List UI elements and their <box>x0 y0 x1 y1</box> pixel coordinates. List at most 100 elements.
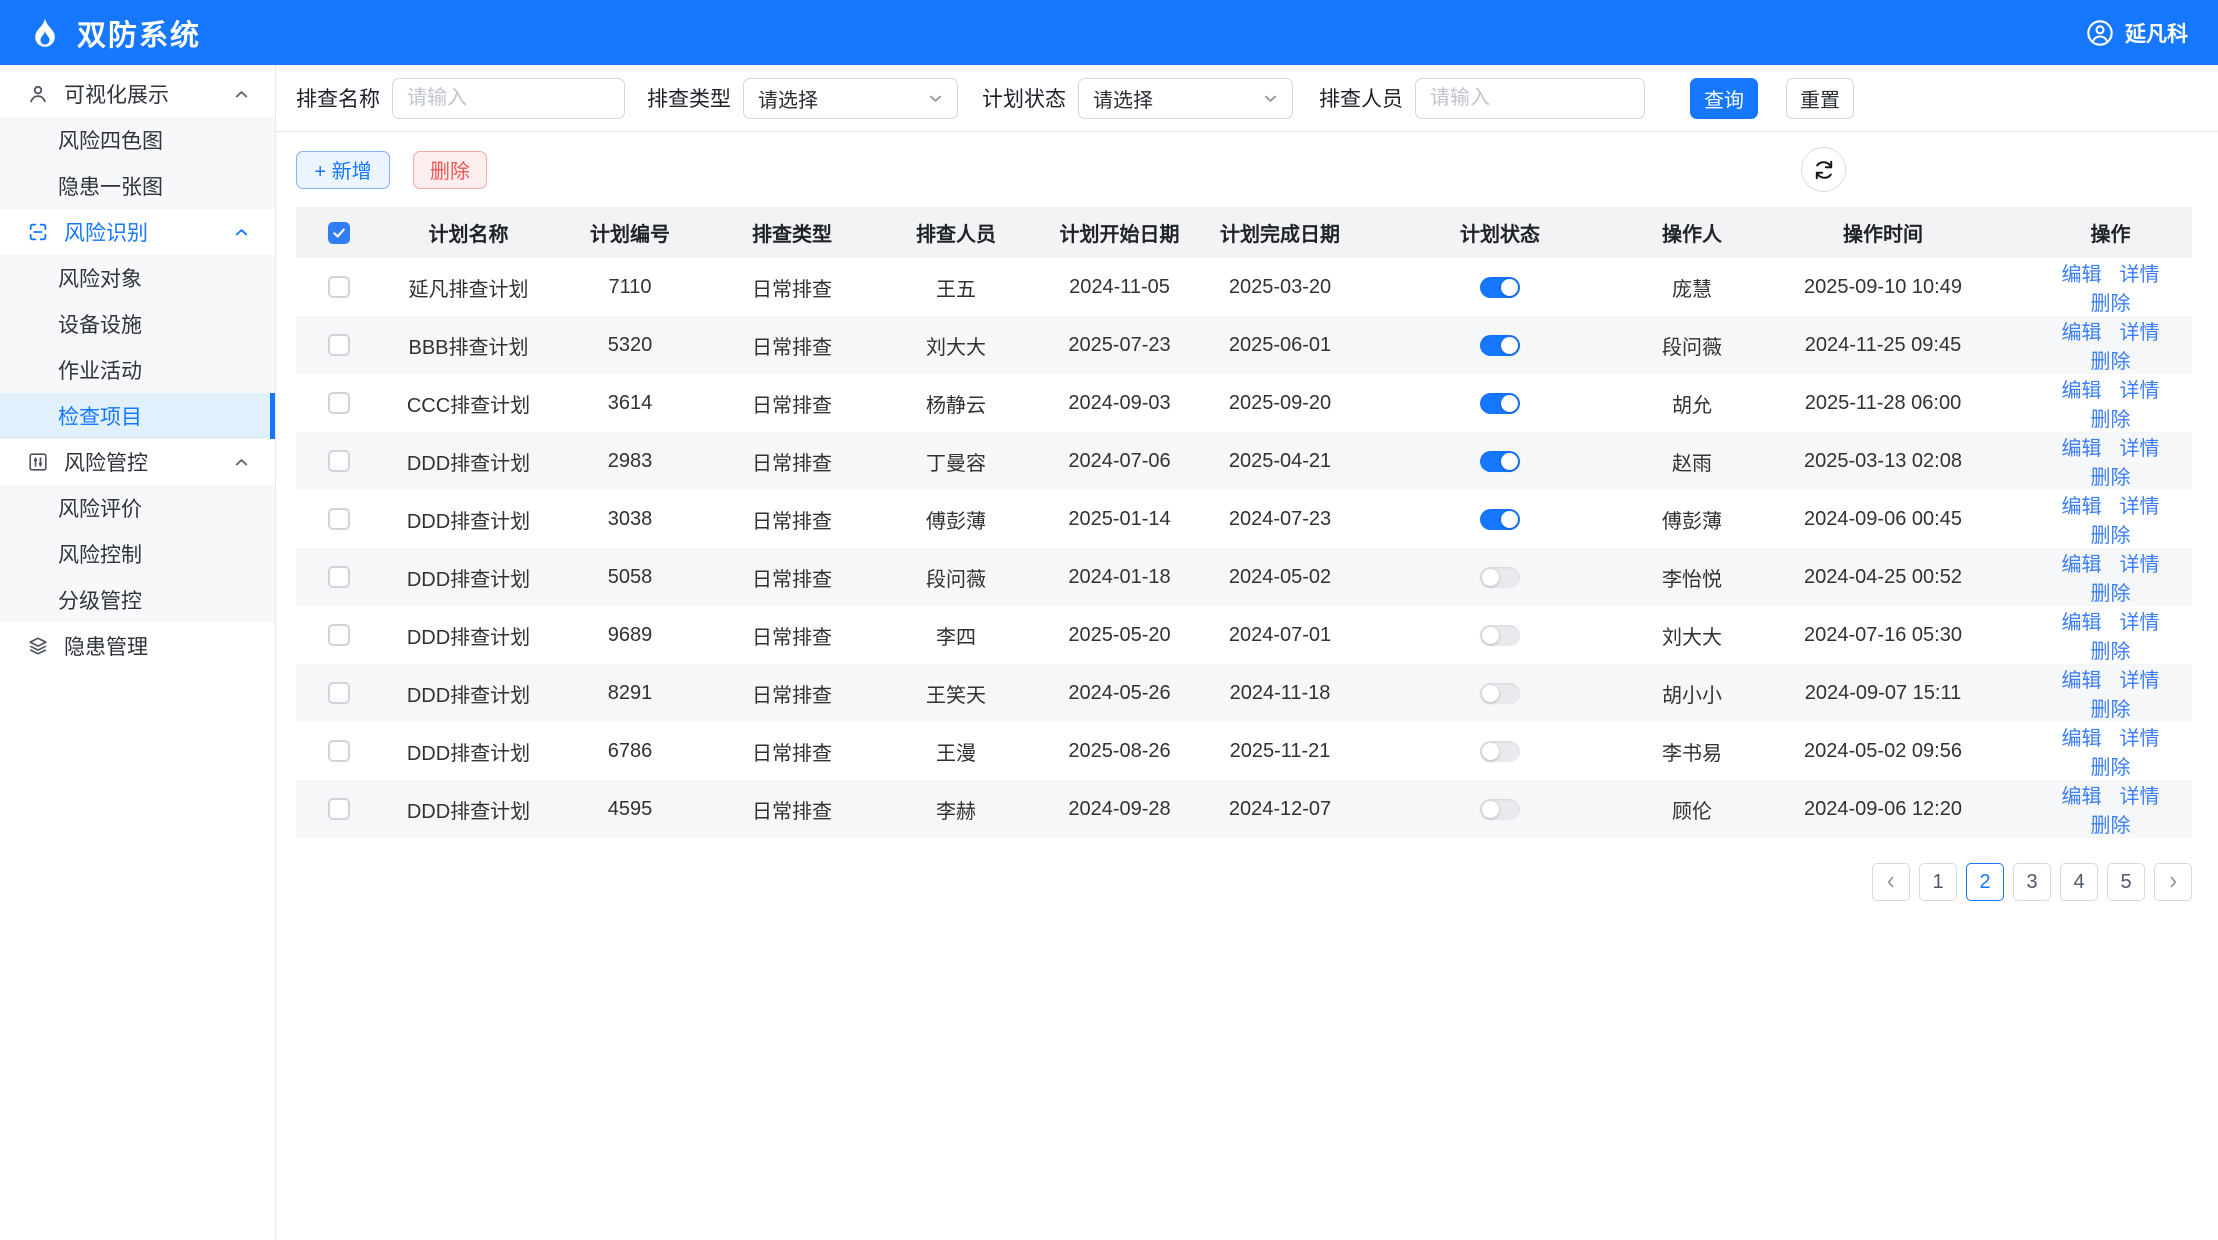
status-toggle[interactable] <box>1480 393 1520 414</box>
filter-input-3[interactable] <box>1415 78 1645 119</box>
cell-op_time: 2024-07-16 05:30 <box>1737 606 2029 664</box>
delete-link[interactable]: 删除 <box>2091 409 2131 431</box>
row-checkbox[interactable] <box>328 334 350 356</box>
add-button[interactable]: + 新增 <box>296 151 390 189</box>
sidebar-group-2[interactable]: 风险管控 <box>0 439 275 485</box>
detail-link[interactable]: 详情 <box>2120 554 2160 576</box>
row-checkbox[interactable] <box>328 624 350 646</box>
next-page-button[interactable] <box>2154 863 2192 901</box>
status-toggle[interactable] <box>1480 277 1520 298</box>
sidebar-group-label: 风险识别 <box>64 217 148 247</box>
filter-select-2[interactable]: 请选择 <box>1078 78 1293 119</box>
sidebar-group-0[interactable]: 可视化展示 <box>0 71 275 117</box>
page-button-2[interactable]: 2 <box>1966 863 2004 901</box>
delete-link[interactable]: 删除 <box>2091 641 2131 663</box>
sidebar-item[interactable]: 分级管控 <box>0 577 275 623</box>
delete-link[interactable]: 删除 <box>2091 467 2131 489</box>
filter-field-2: 计划状态请选择 <box>982 78 1293 119</box>
table-row: DDD排查计划6786日常排查王漫2025-08-262025-11-21李书易… <box>296 722 2192 780</box>
status-toggle[interactable] <box>1480 683 1520 704</box>
sidebar-group-1[interactable]: 风险识别 <box>0 209 275 255</box>
table-row: DDD排查计划2983日常排查丁曼容2024-07-062025-04-21赵雨… <box>296 432 2192 490</box>
sidebar-item[interactable]: 风险评价 <box>0 485 275 531</box>
chevron-left-icon <box>1882 873 1900 891</box>
detail-link[interactable]: 详情 <box>2120 786 2160 808</box>
edit-link[interactable]: 编辑 <box>2062 438 2102 460</box>
sidebar-item-label: 设备设施 <box>58 309 142 339</box>
app-logo: 双防系统 <box>28 12 201 54</box>
edit-link[interactable]: 编辑 <box>2062 322 2102 344</box>
row-checkbox[interactable] <box>328 566 350 588</box>
cell-person: 杨静云 <box>880 374 1032 432</box>
filter-select-1[interactable]: 请选择 <box>743 78 958 119</box>
page-button-3[interactable]: 3 <box>2013 863 2051 901</box>
user-menu[interactable]: 延凡科 <box>2086 18 2188 48</box>
cell-end: 2024-12-07 <box>1207 780 1353 838</box>
sidebar-item[interactable]: 风险控制 <box>0 531 275 577</box>
sidebar-item[interactable]: 作业活动 <box>0 347 275 393</box>
status-toggle[interactable] <box>1480 799 1520 820</box>
detail-link[interactable]: 详情 <box>2120 380 2160 402</box>
row-checkbox[interactable] <box>328 392 350 414</box>
filter-input-0[interactable] <box>392 78 625 119</box>
row-checkbox[interactable] <box>328 740 350 762</box>
status-toggle[interactable] <box>1480 567 1520 588</box>
cell-name: DDD排查计划 <box>381 722 556 780</box>
edit-link[interactable]: 编辑 <box>2062 380 2102 402</box>
detail-link[interactable]: 详情 <box>2120 728 2160 750</box>
delete-link[interactable]: 删除 <box>2091 583 2131 605</box>
cell-start: 2024-11-05 <box>1032 258 1207 316</box>
select-all-checkbox[interactable] <box>328 222 350 244</box>
delete-link[interactable]: 删除 <box>2091 699 2131 721</box>
status-toggle[interactable] <box>1480 741 1520 762</box>
detail-link[interactable]: 详情 <box>2120 670 2160 692</box>
detail-link[interactable]: 详情 <box>2120 438 2160 460</box>
sidebar-item[interactable]: 隐患一张图 <box>0 163 275 209</box>
sidebar-item[interactable]: 检查项目 <box>0 393 275 439</box>
sidebar-group-3[interactable]: 隐患管理 <box>0 623 275 669</box>
row-checkbox[interactable] <box>328 508 350 530</box>
edit-link[interactable]: 编辑 <box>2062 786 2102 808</box>
page-button-5[interactable]: 5 <box>2107 863 2145 901</box>
prev-page-button[interactable] <box>1872 863 1910 901</box>
edit-link[interactable]: 编辑 <box>2062 670 2102 692</box>
cell-person: 王五 <box>880 258 1032 316</box>
delete-link[interactable]: 删除 <box>2091 293 2131 315</box>
detail-link[interactable]: 详情 <box>2120 322 2160 344</box>
status-toggle[interactable] <box>1480 451 1520 472</box>
sidebar-item[interactable]: 风险对象 <box>0 255 275 301</box>
cell-operator: 赵雨 <box>1647 432 1737 490</box>
filter-bar: 排查名称排查类型请选择计划状态请选择排查人员 查询 重置 <box>276 65 2218 132</box>
status-toggle[interactable] <box>1480 625 1520 646</box>
delete-link[interactable]: 删除 <box>2091 525 2131 547</box>
sidebar-item[interactable]: 设备设施 <box>0 301 275 347</box>
sidebar-item[interactable]: 风险四色图 <box>0 117 275 163</box>
toggle-knob <box>1482 685 1499 702</box>
edit-link[interactable]: 编辑 <box>2062 496 2102 518</box>
delete-button[interactable]: 删除 <box>413 151 487 189</box>
reset-button[interactable]: 重置 <box>1786 78 1854 119</box>
detail-link[interactable]: 详情 <box>2120 496 2160 518</box>
cell-name: DDD排查计划 <box>381 548 556 606</box>
status-toggle[interactable] <box>1480 335 1520 356</box>
status-toggle[interactable] <box>1480 509 1520 530</box>
row-checkbox[interactable] <box>328 798 350 820</box>
main-content: 排查名称排查类型请选择计划状态请选择排查人员 查询 重置 + 新增 删除 计划名… <box>276 65 2218 1240</box>
delete-link[interactable]: 删除 <box>2091 815 2131 837</box>
delete-link[interactable]: 删除 <box>2091 351 2131 373</box>
detail-link[interactable]: 详情 <box>2120 264 2160 286</box>
row-checkbox[interactable] <box>328 276 350 298</box>
edit-link[interactable]: 编辑 <box>2062 728 2102 750</box>
delete-link[interactable]: 删除 <box>2091 757 2131 779</box>
edit-link[interactable]: 编辑 <box>2062 612 2102 634</box>
row-checkbox[interactable] <box>328 682 350 704</box>
edit-link[interactable]: 编辑 <box>2062 554 2102 576</box>
table-header-row: 计划名称计划编号排查类型排查人员计划开始日期计划完成日期计划状态操作人操作时间操… <box>296 207 2192 258</box>
detail-link[interactable]: 详情 <box>2120 612 2160 634</box>
refresh-button[interactable] <box>1801 147 1846 192</box>
page-button-4[interactable]: 4 <box>2060 863 2098 901</box>
page-button-1[interactable]: 1 <box>1919 863 1957 901</box>
row-checkbox[interactable] <box>328 450 350 472</box>
edit-link[interactable]: 编辑 <box>2062 264 2102 286</box>
search-button[interactable]: 查询 <box>1690 78 1758 119</box>
